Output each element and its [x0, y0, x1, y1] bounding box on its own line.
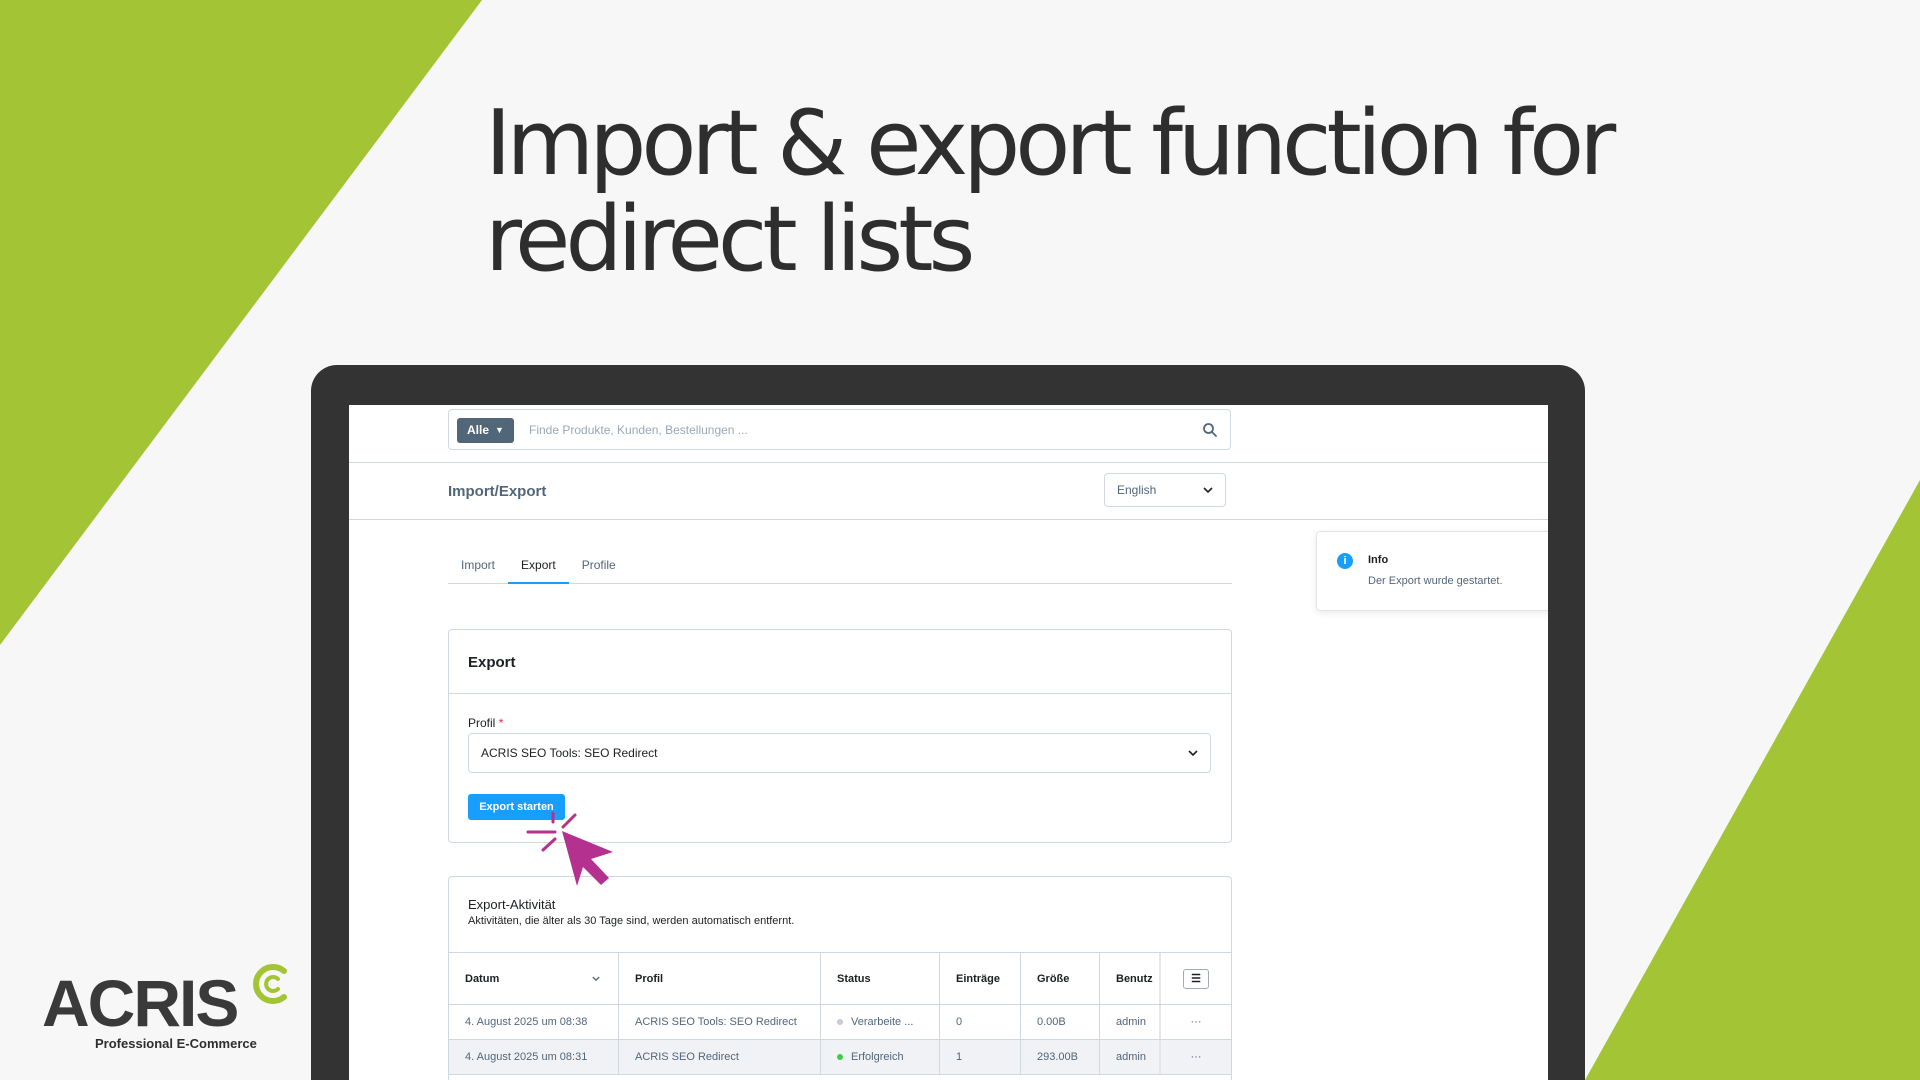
activity-title: Export-Aktivität	[468, 897, 556, 912]
search-type-dropdown[interactable]: Alle ▼	[457, 418, 514, 443]
row-status-text: Erfolgreich	[851, 1051, 904, 1063]
chevron-down-icon	[1203, 486, 1213, 493]
row-entries: 0	[940, 1005, 1021, 1039]
logo-mark-icon	[253, 964, 287, 1004]
row-user: admin	[1116, 1016, 1146, 1028]
tab-bar: Import Export Profile	[448, 548, 1232, 584]
card-divider	[449, 693, 1231, 694]
page-headline: Import & export function for redirect li…	[485, 91, 1616, 292]
row-actions-button[interactable]: ···	[1159, 1040, 1231, 1074]
tab-profile[interactable]: Profile	[569, 548, 629, 584]
status-dot	[837, 1019, 843, 1025]
column-header-user[interactable]: Benutz	[1100, 953, 1159, 1004]
list-settings-icon[interactable]: ☰	[1183, 968, 1209, 989]
column-header-date-label: Datum	[465, 972, 500, 985]
row-date: 4. August 2025 um 08:31	[449, 1040, 619, 1074]
table-row	[449, 1074, 1231, 1080]
info-notification[interactable]: i Info Der Export wurde gestartet.	[1316, 531, 1548, 611]
top-search-bar: Alle ▼	[349, 405, 1548, 463]
required-marker: *	[498, 716, 504, 730]
export-card-title: Export	[468, 654, 516, 671]
profile-select-value: ACRIS SEO Tools: SEO Redirect	[481, 746, 658, 760]
language-value: English	[1117, 483, 1157, 497]
profile-field-label: Profil *	[468, 716, 503, 730]
export-activity-card: Export-Aktivität Aktivitäten, die älter …	[448, 876, 1232, 1080]
page-header: Import/Export English	[349, 463, 1548, 520]
column-header-date[interactable]: Datum	[449, 953, 619, 1004]
column-header-status[interactable]: Status	[821, 953, 940, 1004]
row-status-text: Verarbeite ...	[851, 1016, 914, 1028]
row-actions-button[interactable]: ···	[1159, 1005, 1231, 1039]
grid-header-row: Datum Profil Status Einträge Größe Benut…	[449, 952, 1231, 1004]
grid-settings-cell: ☰	[1159, 953, 1231, 1004]
column-header-size[interactable]: Größe	[1021, 953, 1100, 1004]
admin-screen: Alle ▼ Import/Export English Import Expo…	[349, 405, 1548, 1080]
status-dot	[837, 1054, 843, 1060]
table-row[interactable]: 4. August 2025 um 08:31 ACRIS SEO Redire…	[449, 1039, 1231, 1074]
search-input[interactable]	[529, 410, 1169, 449]
row-entries: 1	[940, 1040, 1021, 1074]
cursor-click-icon	[526, 811, 613, 886]
global-search: Alle ▼	[448, 409, 1231, 450]
column-header-profile[interactable]: Profil	[619, 953, 821, 1004]
row-status: Verarbeite ...	[821, 1005, 940, 1039]
sort-chevron-icon	[592, 976, 600, 981]
profile-select[interactable]: ACRIS SEO Tools: SEO Redirect	[468, 733, 1211, 773]
row-date: 4. August 2025 um 08:38	[449, 1005, 619, 1039]
row-size: 293.00B	[1021, 1040, 1100, 1074]
chevron-down-icon: ▼	[495, 425, 504, 435]
language-select[interactable]: English	[1104, 473, 1226, 507]
row-profile: ACRIS SEO Redirect	[619, 1040, 821, 1074]
column-header-entries[interactable]: Einträge	[940, 953, 1021, 1004]
chevron-down-icon	[1188, 749, 1198, 756]
table-row[interactable]: 4. August 2025 um 08:38 ACRIS SEO Tools:…	[449, 1004, 1231, 1039]
logo-wordmark: ACRIS	[42, 966, 239, 1040]
activity-grid: Datum Profil Status Einträge Größe Benut…	[449, 952, 1231, 1080]
acris-logo: ACRIS Professional E-Commerce	[42, 964, 302, 1051]
row-user: admin	[1116, 1051, 1146, 1063]
search-type-label: Alle	[467, 423, 490, 437]
tab-import[interactable]: Import	[448, 548, 508, 584]
search-icon[interactable]	[1202, 422, 1218, 438]
info-icon: i	[1337, 553, 1353, 569]
row-profile: ACRIS SEO Tools: SEO Redirect	[619, 1005, 821, 1039]
tab-export[interactable]: Export	[508, 548, 569, 584]
activity-subtitle: Aktivitäten, die älter als 30 Tage sind,…	[468, 915, 795, 927]
profile-label-text: Profil	[468, 716, 496, 730]
row-size: 0.00B	[1021, 1005, 1100, 1039]
logo-tagline: Professional E-Commerce	[95, 1036, 257, 1051]
row-status: Erfolgreich	[821, 1040, 940, 1074]
page-title: Import/Export	[448, 483, 547, 500]
notification-title: Info	[1368, 554, 1389, 566]
notification-message: Der Export wurde gestartet.	[1368, 575, 1503, 587]
